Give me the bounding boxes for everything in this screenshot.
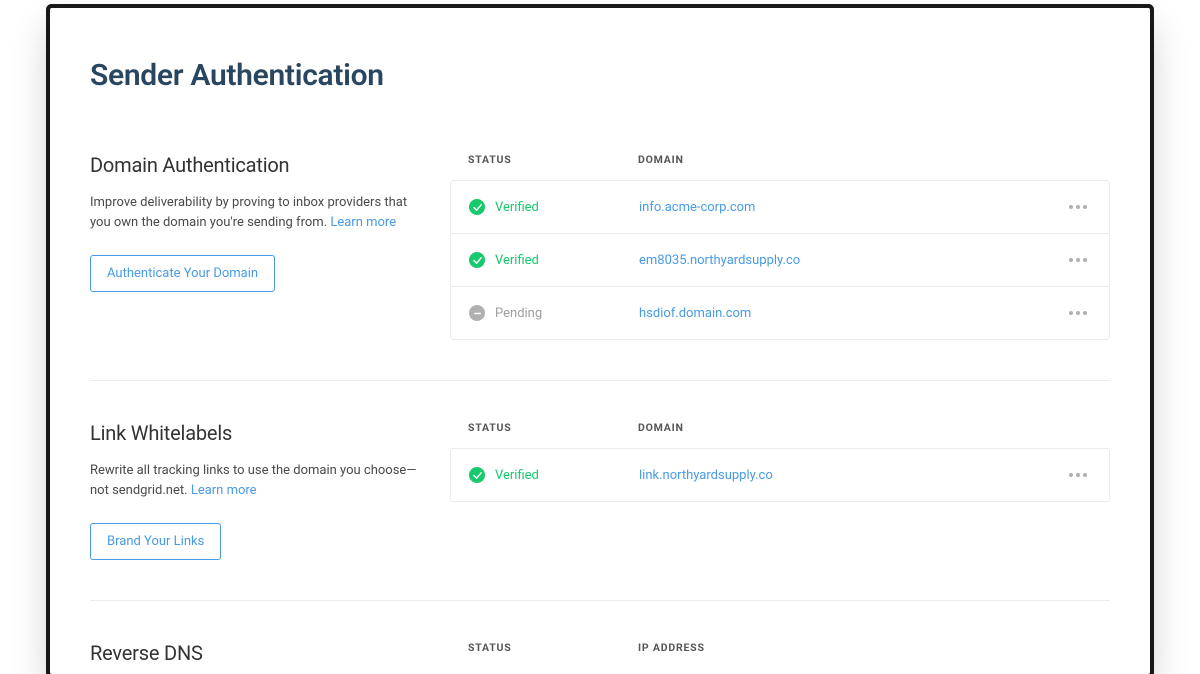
column-header-domain: DOMAIN (638, 153, 1050, 166)
table-header: STATUS IP ADDRESS (450, 641, 1110, 668)
domain-link[interactable]: info.acme-corp.com (639, 200, 755, 215)
table-body: Verified link.northyardsupply.co (450, 448, 1110, 502)
section-right: STATUS DOMAIN Verified info.acme-corp.co… (450, 153, 1110, 340)
status-cell: Verified (469, 199, 639, 215)
table-header: STATUS DOMAIN (450, 421, 1110, 448)
section-right: STATUS IP ADDRESS (450, 641, 1110, 668)
status-text: Verified (495, 253, 539, 268)
domain-cell: hsdiof.domain.com (639, 306, 1049, 321)
more-icon[interactable] (1065, 201, 1091, 213)
status-text: Verified (495, 200, 539, 215)
section-reverse-dns: Reverse DNS STATUS IP ADDRESS (90, 641, 1110, 674)
domain-link[interactable]: hsdiof.domain.com (639, 306, 751, 321)
column-header-status: STATUS (468, 641, 638, 654)
authenticate-domain-button[interactable]: Authenticate Your Domain (90, 255, 275, 292)
check-icon (469, 199, 485, 215)
domain-cell: info.acme-corp.com (639, 200, 1049, 215)
brand-links-button[interactable]: Brand Your Links (90, 523, 221, 560)
column-header-status: STATUS (468, 153, 638, 166)
learn-more-link[interactable]: Learn more (191, 483, 257, 498)
table-row: Verified link.northyardsupply.co (451, 449, 1109, 501)
check-icon (469, 467, 485, 483)
table-body: Verified info.acme-corp.com Verified (450, 180, 1110, 340)
column-header-status: STATUS (468, 421, 638, 434)
column-header-domain: DOMAIN (638, 421, 1050, 434)
section-left: Reverse DNS (90, 641, 430, 674)
status-text: Verified (495, 468, 539, 483)
section-title: Link Whitelabels (90, 421, 430, 445)
section-link-whitelabels: Link Whitelabels Rewrite all tracking li… (90, 421, 1110, 601)
table-header: STATUS DOMAIN (450, 153, 1110, 180)
section-description: Rewrite all tracking links to use the do… (90, 461, 430, 501)
domain-cell: link.northyardsupply.co (639, 468, 1049, 483)
domain-cell: em8035.northyardsupply.co (639, 253, 1049, 268)
table-row: Pending hsdiof.domain.com (451, 287, 1109, 339)
section-left: Domain Authentication Improve deliverabi… (90, 153, 430, 292)
table-row: Verified em8035.northyardsupply.co (451, 234, 1109, 287)
page-container: Sender Authentication Domain Authenticat… (50, 8, 1150, 674)
more-icon[interactable] (1065, 254, 1091, 266)
status-text: Pending (495, 306, 542, 321)
status-cell: Verified (469, 252, 639, 268)
column-header-ip: IP ADDRESS (638, 641, 1050, 654)
more-icon[interactable] (1065, 469, 1091, 481)
more-icon[interactable] (1065, 307, 1091, 319)
section-description: Improve deliverability by proving to inb… (90, 193, 430, 233)
status-cell: Pending (469, 305, 639, 321)
check-icon (469, 252, 485, 268)
section-domain-authentication: Domain Authentication Improve deliverabi… (90, 153, 1110, 381)
minus-icon (469, 305, 485, 321)
learn-more-link[interactable]: Learn more (330, 215, 396, 230)
domain-link[interactable]: link.northyardsupply.co (639, 468, 773, 483)
domain-link[interactable]: em8035.northyardsupply.co (639, 253, 800, 268)
table-row: Verified info.acme-corp.com (451, 181, 1109, 234)
status-cell: Verified (469, 467, 639, 483)
section-left: Link Whitelabels Rewrite all tracking li… (90, 421, 430, 560)
section-right: STATUS DOMAIN Verified link.northyardsup… (450, 421, 1110, 502)
section-title: Reverse DNS (90, 641, 430, 665)
page-title: Sender Authentication (90, 58, 1110, 93)
section-title: Domain Authentication (90, 153, 430, 177)
